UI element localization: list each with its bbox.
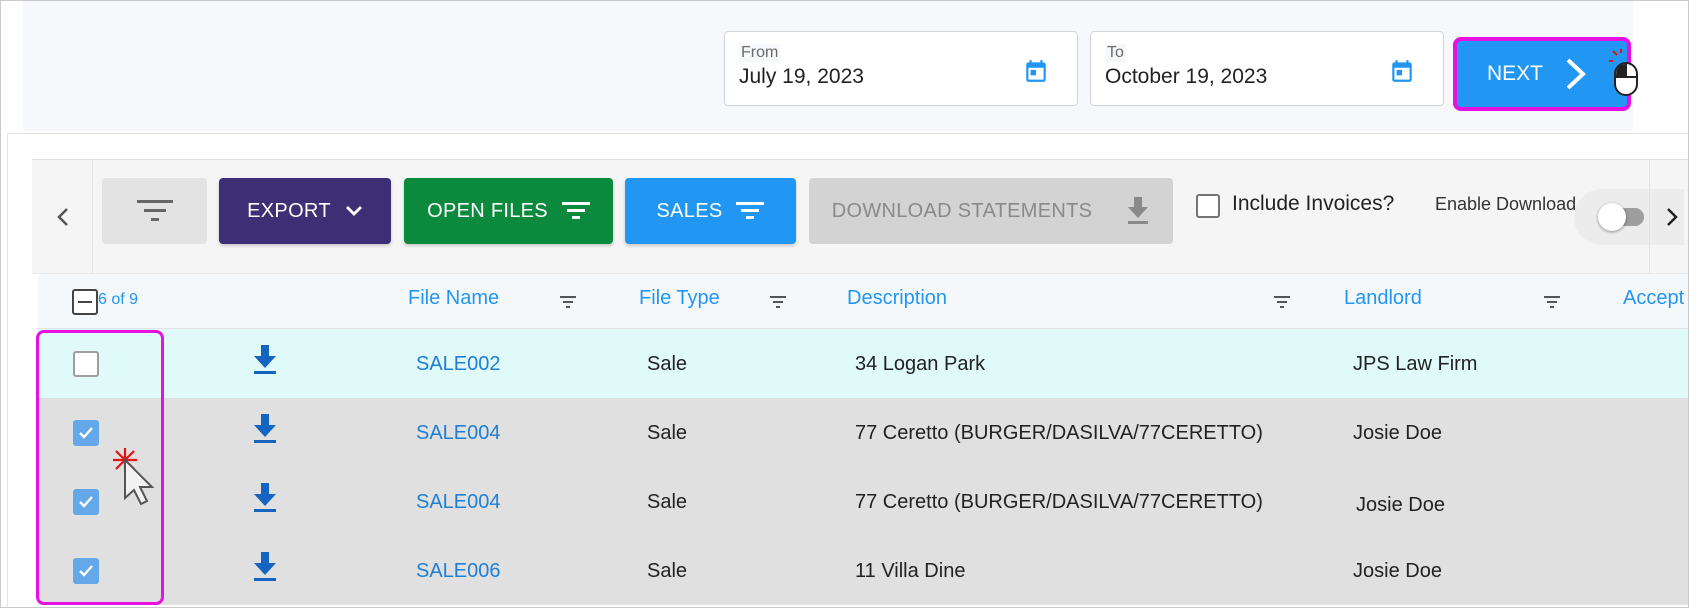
select-all-checkbox[interactable] xyxy=(72,289,98,315)
file-name-link[interactable]: SALE006 xyxy=(416,560,501,583)
column-header-accept[interactable]: Accept xyxy=(1623,287,1684,310)
column-header-landlord[interactable]: Landlord xyxy=(1344,287,1422,310)
selection-count: 6 of 9 xyxy=(98,291,139,308)
column-header-file-type[interactable]: File Type xyxy=(639,287,720,310)
filter-icon[interactable] xyxy=(1544,296,1560,308)
sales-button[interactable]: SALES xyxy=(625,178,796,244)
landlord-cell: JPS Law Firm xyxy=(1353,353,1478,375)
filter-button[interactable] xyxy=(102,178,207,244)
grid-header: 6 of 9 File Name File Type Description L… xyxy=(38,274,1688,329)
download-icon[interactable] xyxy=(252,552,278,582)
file-name-link[interactable]: SALE004 xyxy=(416,491,501,514)
filter-icon[interactable] xyxy=(1274,296,1290,308)
scroll-right-icon[interactable] xyxy=(1665,206,1679,228)
from-date-label: From xyxy=(739,44,781,62)
calendar-icon[interactable] xyxy=(1023,58,1049,84)
next-button-label: NEXT xyxy=(1487,62,1544,85)
scroll-left-icon[interactable] xyxy=(56,206,70,228)
filter-icon[interactable] xyxy=(560,296,576,308)
toolbar-divider xyxy=(92,160,93,275)
download-icon[interactable] xyxy=(252,483,278,513)
include-invoices-label: Include Invoices? xyxy=(1232,192,1395,215)
to-date-label: To xyxy=(1105,44,1126,62)
file-type-cell: Sale xyxy=(647,422,688,444)
next-button[interactable]: NEXT xyxy=(1453,37,1631,111)
include-invoices-checkbox[interactable] xyxy=(1196,194,1220,218)
toggle-knob xyxy=(1598,203,1626,231)
calendar-icon[interactable] xyxy=(1389,58,1415,84)
from-date-value: July 19, 2023 xyxy=(739,65,864,88)
landlord-cell: Josie Doe xyxy=(1353,422,1442,444)
description-cell: 77 Ceretto (BURGER/DASILVA/77CERETTO) xyxy=(855,422,1263,444)
column-header-file-name[interactable]: File Name xyxy=(408,287,499,310)
files-panel: EXPORT OPEN FILES SALES DOWNLOAD STATEME… xyxy=(7,133,1688,607)
to-date-value: October 19, 2023 xyxy=(1105,65,1268,88)
filter-icon[interactable] xyxy=(770,296,786,308)
download-icon[interactable] xyxy=(252,345,278,375)
table-row[interactable]: SALE004 Sale 77 Ceretto (BURGER/DASILVA/… xyxy=(38,398,1688,467)
from-date-field[interactable]: From July 19, 2023 xyxy=(724,31,1078,106)
file-type-cell: Sale xyxy=(647,491,688,513)
sales-button-label: SALES xyxy=(656,199,723,222)
table-row[interactable]: SALE002 Sale 34 Logan Park JPS Law Firm xyxy=(38,329,1688,398)
chevron-down-icon xyxy=(345,206,362,216)
open-files-button[interactable]: OPEN FILES xyxy=(404,178,613,244)
cursor-click-icon xyxy=(113,448,155,506)
filter-icon xyxy=(136,200,173,221)
to-date-field[interactable]: To October 19, 2023 xyxy=(1090,31,1444,106)
chevron-right-icon xyxy=(1566,58,1586,90)
download-statements-button[interactable]: DOWNLOAD STATEMENTS xyxy=(809,178,1173,244)
download-icon[interactable] xyxy=(252,414,278,444)
app-frame: From July 19, 2023 To October 19, 2023 N… xyxy=(0,0,1689,608)
table-row[interactable]: SALE006 Sale 11 Villa Dine Josie Doe xyxy=(38,536,1688,605)
file-type-cell: Sale xyxy=(647,353,688,375)
table-row[interactable]: SALE004 Sale 77 Ceretto (BURGER/DASILVA/… xyxy=(38,467,1688,536)
description-cell: 77 Ceretto (BURGER/DASILVA/77CERETTO) xyxy=(855,491,1263,513)
column-header-description[interactable]: Description xyxy=(847,287,947,310)
export-button-label: EXPORT xyxy=(247,199,331,222)
file-name-link[interactable]: SALE004 xyxy=(416,422,501,445)
landlord-cell: Josie Doe xyxy=(1356,494,1445,516)
mouse-click-icon xyxy=(1609,49,1638,96)
open-files-button-label: OPEN FILES xyxy=(427,199,548,222)
download-statements-label: DOWNLOAD STATEMENTS xyxy=(831,199,1093,222)
export-button[interactable]: EXPORT xyxy=(219,178,391,244)
file-type-cell: Sale xyxy=(647,560,688,582)
toolbar: EXPORT OPEN FILES SALES DOWNLOAD STATEME… xyxy=(32,159,1688,275)
landlord-cell: Josie Doe xyxy=(1353,560,1442,582)
download-icon xyxy=(1128,197,1149,224)
description-cell: 34 Logan Park xyxy=(855,353,986,375)
toolbar-divider xyxy=(1649,160,1650,275)
filter-icon xyxy=(736,202,765,219)
file-name-link[interactable]: SALE002 xyxy=(416,353,501,376)
filter-icon xyxy=(561,202,590,219)
description-cell: 11 Villa Dine xyxy=(855,560,966,582)
